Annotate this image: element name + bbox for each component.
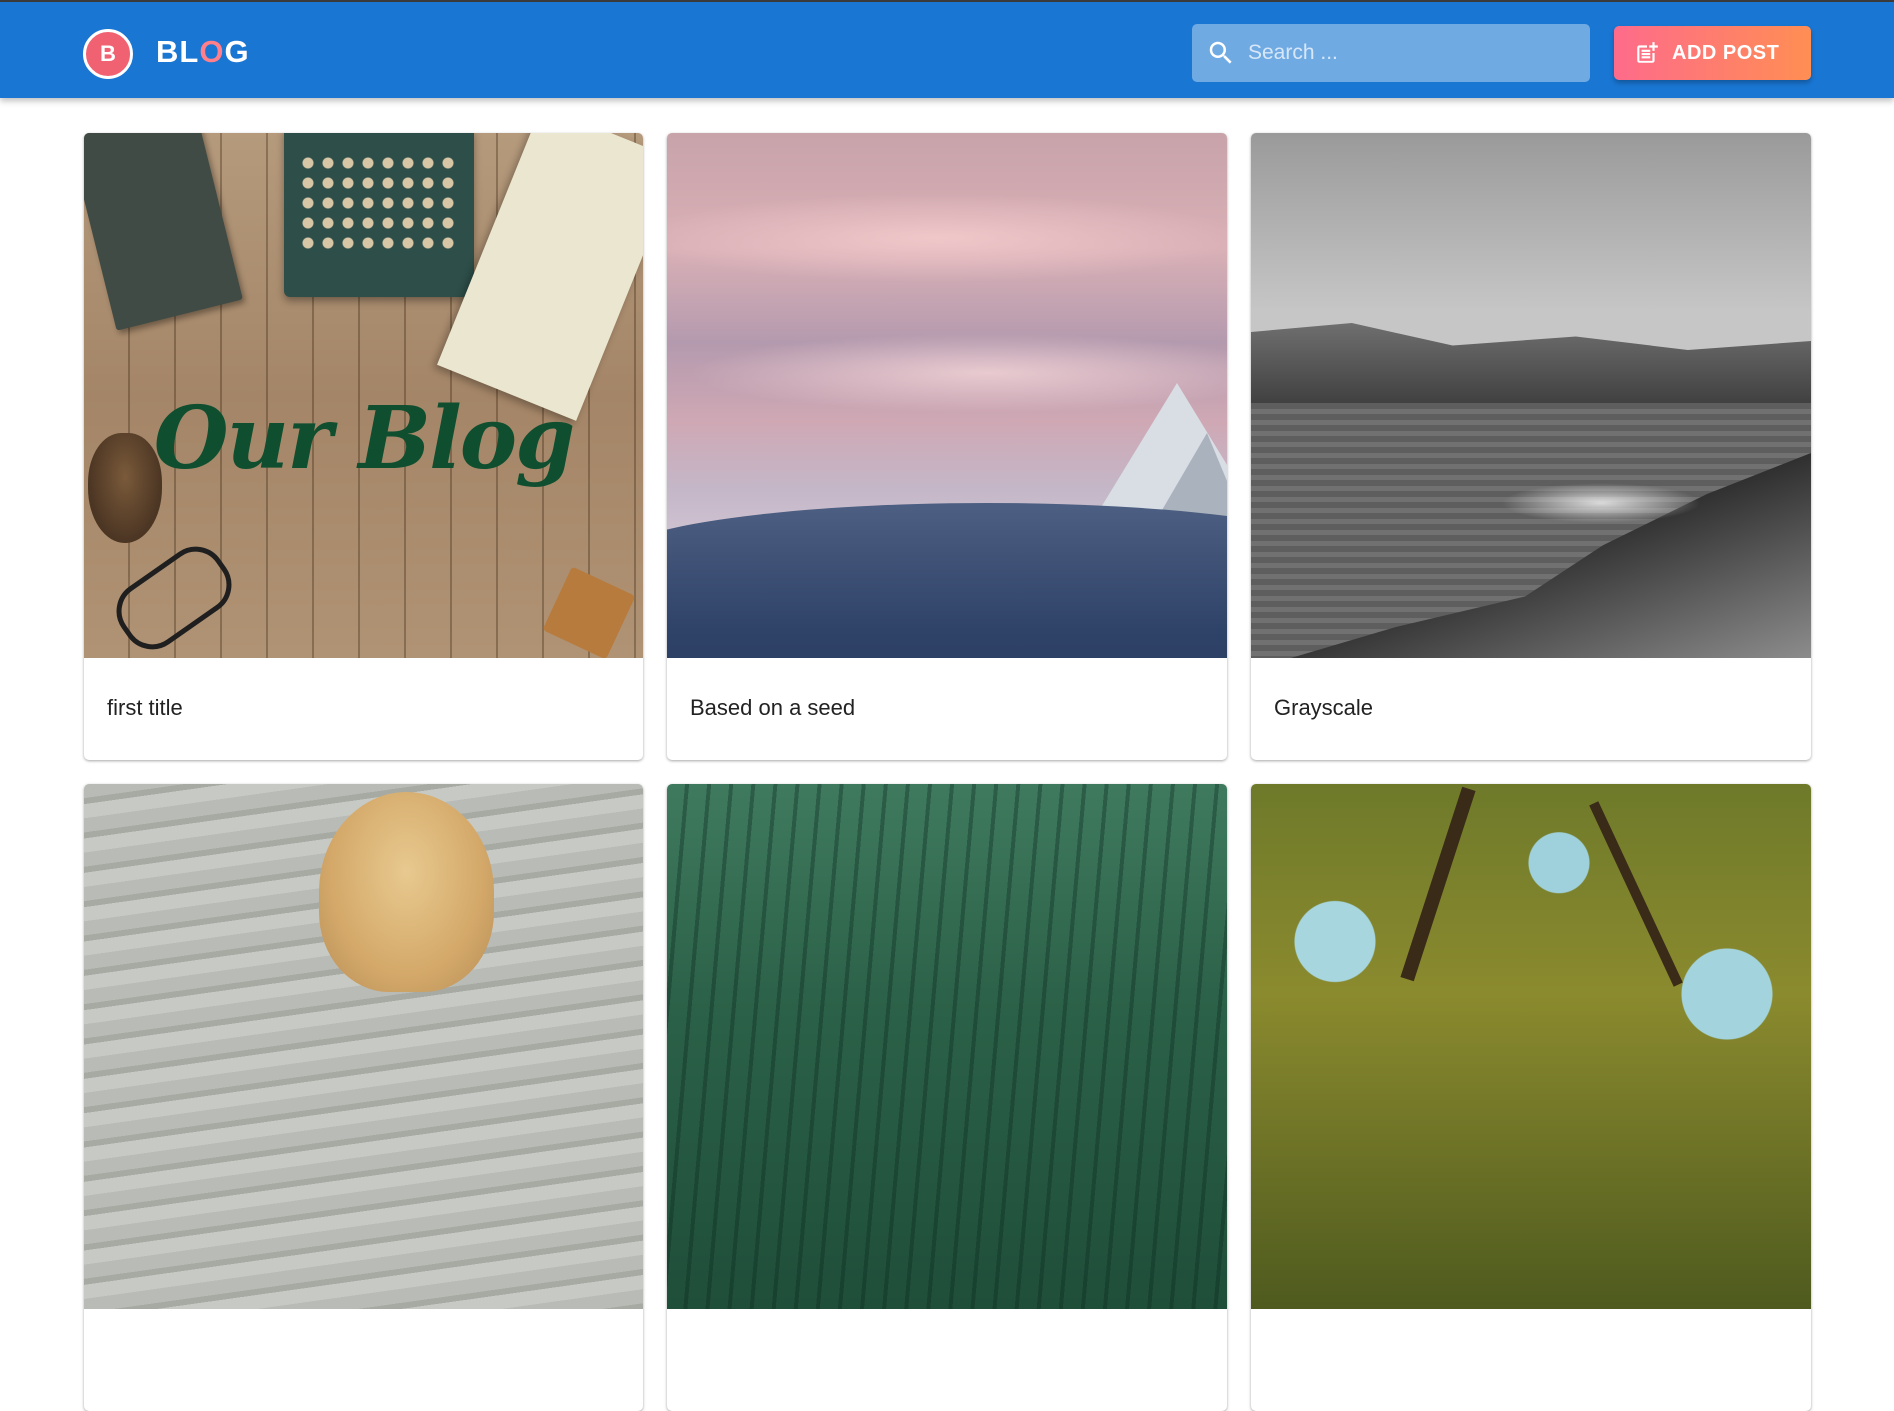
post-image[interactable] [84, 784, 643, 1309]
foam-illustration [1501, 483, 1701, 523]
search-icon [1206, 38, 1236, 68]
app-title-accent: O [199, 34, 225, 69]
post-title: Grayscale [1274, 695, 1374, 720]
app-bar: B BLOG ADD POST [0, 0, 1894, 98]
image-script-text: Our Blog [153, 388, 576, 489]
post-add-icon [1634, 40, 1660, 66]
notebook-illustration [84, 133, 243, 331]
branch-illustration [1400, 786, 1476, 982]
post-grid: Our Blog first title Based on a seed Gra… [84, 133, 1811, 1411]
post-card[interactable] [84, 784, 643, 1411]
hill-illustration [667, 503, 1227, 658]
post-card[interactable] [1251, 784, 1811, 1411]
post-title: Based on a seed [690, 695, 856, 720]
post-card[interactable]: Our Blog first title [84, 133, 643, 760]
search-input[interactable] [1236, 24, 1590, 82]
search-box[interactable] [1192, 24, 1590, 82]
cliff-illustration [1251, 323, 1811, 413]
typewriter-keys [298, 153, 458, 253]
post-image[interactable] [1251, 133, 1811, 658]
post-image[interactable]: Our Blog [84, 133, 643, 658]
dog-illustration [319, 792, 494, 992]
app-title-part2: G [224, 34, 250, 69]
app-title-part1: BL [156, 34, 200, 69]
add-post-label: ADD POST [1672, 41, 1780, 64]
typewriter-illustration [284, 133, 474, 297]
post-title: first title [107, 695, 183, 720]
branch-illustration [1589, 801, 1683, 987]
post-title [1251, 1309, 1811, 1411]
post-image[interactable] [667, 133, 1227, 658]
post-title [667, 1309, 1227, 1411]
post-image[interactable] [667, 784, 1227, 1309]
logo-avatar[interactable]: B [83, 29, 133, 79]
post-image[interactable] [1251, 784, 1811, 1309]
add-post-button[interactable]: ADD POST [1614, 26, 1811, 80]
cloud-illustration [667, 193, 1227, 283]
post-card[interactable]: Grayscale [1251, 133, 1811, 760]
post-title [84, 1309, 643, 1411]
tag-illustration [542, 566, 636, 658]
app-title[interactable]: BLOG [156, 32, 250, 72]
post-card[interactable]: Based on a seed [667, 133, 1227, 760]
glasses-illustration [104, 534, 244, 658]
post-card[interactable] [667, 784, 1227, 1411]
